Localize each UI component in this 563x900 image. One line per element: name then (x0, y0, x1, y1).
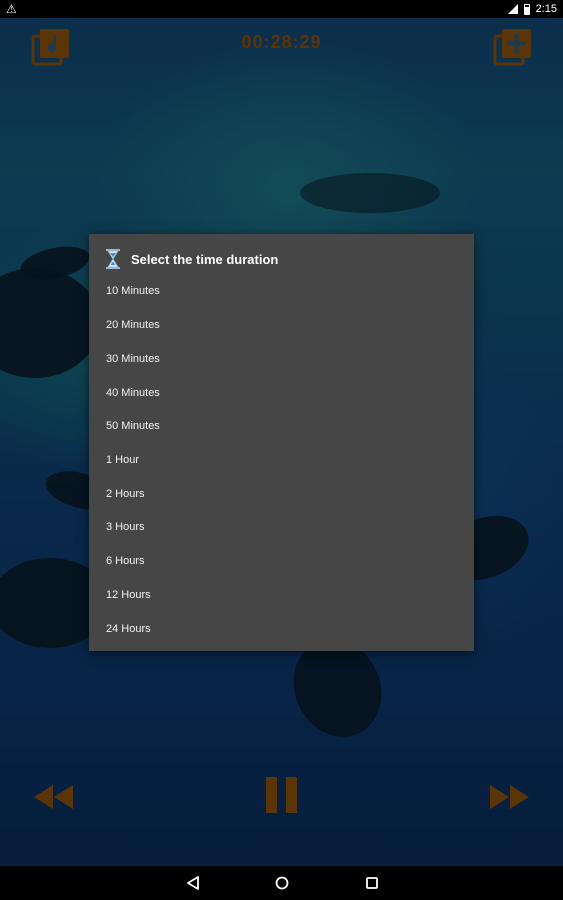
option-label: 2 Hours (106, 487, 145, 500)
option-label: 6 Hours (106, 554, 145, 567)
status-time: 2:15 (535, 3, 557, 15)
option-label: 12 Hours (106, 588, 151, 601)
recents-icon (366, 877, 378, 889)
signal-icon (507, 4, 518, 14)
option-label: 10 Minutes (106, 284, 160, 297)
pause-button[interactable] (264, 776, 300, 814)
duration-option-40-minutes[interactable]: 40 Minutes (89, 376, 474, 409)
fast-forward-icon (490, 785, 529, 809)
fast-forward-button[interactable] (488, 782, 530, 812)
duration-option-2-hours[interactable]: 2 Hours (89, 477, 474, 510)
back-icon (187, 876, 199, 890)
option-label: 20 Minutes (106, 318, 160, 331)
pause-icon (266, 777, 297, 813)
option-label: 24 Hours (106, 622, 151, 635)
option-label: 30 Minutes (106, 352, 160, 365)
back-button[interactable] (181, 872, 205, 894)
duration-option-30-minutes[interactable]: 30 Minutes (89, 342, 474, 375)
time-duration-dialog: Select the time duration 10 Minutes 20 M… (89, 234, 474, 651)
duration-option-6-hours[interactable]: 6 Hours (89, 544, 474, 577)
status-bar: ⚠ 2:15 (0, 0, 563, 18)
rewind-button[interactable] (33, 782, 75, 812)
warning-icon: ⚠ (6, 2, 17, 16)
option-label: 3 Hours (106, 520, 145, 533)
option-label: 1 Hour (106, 453, 140, 466)
duration-option-1-hour[interactable]: 1 Hour (89, 443, 474, 476)
rewind-icon (34, 785, 73, 809)
duration-option-20-minutes[interactable]: 20 Minutes (89, 308, 474, 341)
home-icon (275, 876, 289, 890)
screen: ⚠ 2:15 00:28:29 Select the time duration… (0, 0, 563, 900)
duration-option-3-hours[interactable]: 3 Hours (89, 510, 474, 543)
home-button[interactable] (270, 872, 294, 894)
option-label: 40 Minutes (106, 386, 160, 399)
duration-option-10-minutes[interactable]: 10 Minutes (89, 274, 474, 307)
duration-option-12-hours[interactable]: 12 Hours (89, 578, 474, 611)
recents-button[interactable] (360, 872, 384, 894)
add-to-library-icon (493, 29, 531, 66)
navigation-bar (0, 866, 563, 900)
hourglass-icon (106, 249, 120, 269)
dialog-header: Select the time duration (105, 248, 278, 270)
add-to-library-button[interactable] (493, 27, 533, 67)
dialog-title: Select the time duration (131, 251, 279, 267)
duration-option-50-minutes[interactable]: 50 Minutes (89, 409, 474, 442)
battery-icon (523, 3, 530, 15)
option-label: 50 Minutes (106, 419, 160, 432)
duration-option-24-hours[interactable]: 24 Hours (89, 612, 474, 645)
sleep-timer-display: 00:28:29 (241, 32, 322, 52)
